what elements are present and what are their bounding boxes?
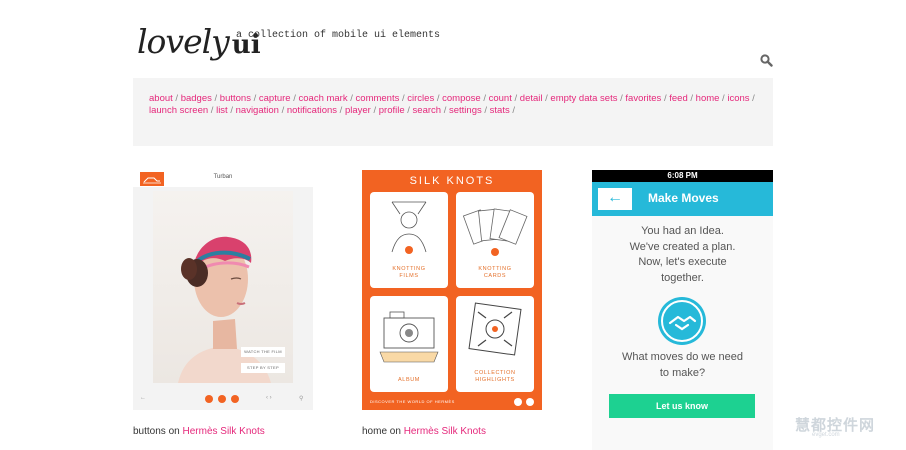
nav-link-count[interactable]: count: [489, 93, 512, 104]
question-line: to make?: [659, 366, 706, 379]
nav-separator: /: [404, 105, 413, 116]
share-icon[interactable]: [526, 398, 534, 406]
nav-separator: /: [509, 105, 515, 116]
nav-link-settings[interactable]: settings: [449, 105, 482, 116]
watermark-url: evget.com: [812, 432, 840, 438]
screenshot-card-buttons[interactable]: Turban WATCH THE FILM STEP BY STEP ← ‹ ›…: [133, 170, 313, 410]
intro-line: Now, let's execute: [638, 256, 727, 268]
footer-text: DISCOVER THE WORLD OF HERMÈS: [370, 399, 455, 404]
handshake-icon: [658, 297, 706, 345]
intro-line: together.: [661, 271, 704, 284]
step-by-step-button[interactable]: STEP BY STEP: [241, 363, 285, 373]
nav-link-stats[interactable]: stats: [490, 105, 510, 116]
tile-knotting-films[interactable]: KNOTTING FILMS: [370, 192, 448, 288]
pager-icon[interactable]: ‹ ›: [266, 395, 272, 401]
screenshot-card-onboarding[interactable]: 6:08 PM ← Make Moves You had an Idea. We…: [592, 170, 773, 450]
tile-label: COLLECTION HIGHLIGHTS: [474, 370, 516, 383]
nav-link-detail[interactable]: detail: [520, 93, 543, 104]
caption-link[interactable]: Hermès Silk Knots: [183, 426, 265, 437]
nav-link-favorites[interactable]: favorites: [625, 93, 661, 104]
nav-link-list[interactable]: list: [216, 105, 228, 116]
status-time: 6:08 PM: [667, 171, 698, 180]
nav-separator: /: [208, 105, 217, 116]
nav-link-coach-mark[interactable]: coach mark: [299, 93, 348, 104]
nav-link-home[interactable]: home: [696, 93, 720, 104]
intro-line: We've created a plan.: [629, 240, 736, 253]
tile-label: ALBUM: [398, 377, 420, 383]
caption-prefix: home on: [362, 426, 401, 437]
share-icon[interactable]: [231, 395, 239, 403]
screen-title: SILK KNOTS: [409, 175, 495, 187]
nav-separator: /: [278, 105, 287, 116]
screen-title: Make Moves: [648, 191, 719, 205]
nav-separator: /: [290, 93, 299, 104]
nav-link-icons[interactable]: icons: [727, 93, 749, 104]
tile-album[interactable]: ALBUM: [370, 296, 448, 392]
logo-script-text: lovely: [137, 22, 230, 61]
info-icon[interactable]: [514, 398, 522, 406]
category-nav-row-2: launch screen / list / navigation / noti…: [149, 105, 757, 117]
model-photo: WATCH THE FILM STEP BY STEP: [153, 191, 293, 383]
zoom-icon[interactable]: ⚲: [299, 395, 303, 402]
nav-link-profile[interactable]: profile: [379, 105, 405, 116]
nav-link-buttons[interactable]: buttons: [220, 93, 251, 104]
app-top-bar: Turban: [133, 170, 313, 187]
question-line: What moves do we need: [621, 351, 744, 363]
watch-film-button[interactable]: WATCH THE FILM: [241, 347, 285, 357]
tile-label: KNOTTING CARDS: [478, 266, 512, 279]
nav-link-feed[interactable]: feed: [669, 93, 688, 104]
caption-home: home on Hermès Silk Knots: [362, 426, 486, 437]
nav-separator: /: [749, 93, 755, 104]
screen-title: Turban: [213, 174, 233, 180]
nav-separator: /: [227, 105, 236, 116]
question-text: What moves do we need to make?: [592, 350, 773, 381]
nav-link-about[interactable]: about: [149, 93, 173, 104]
action-buttons: [205, 395, 239, 403]
nav-link-circles[interactable]: circles: [407, 93, 434, 104]
nav-separator: /: [347, 93, 356, 104]
screenshot-card-home[interactable]: SILK KNOTS KNOTTINGFILMS KNOTTINGCARDS: [362, 170, 542, 410]
search-icon[interactable]: [760, 54, 773, 67]
intro-text: You had an Idea. We've created a plan. N…: [592, 224, 773, 286]
tile-knotting-cards[interactable]: KNOTTING CARDS: [456, 192, 534, 288]
app-header: ← Make Moves: [592, 182, 773, 216]
caption-prefix: buttons on: [133, 426, 180, 437]
nav-separator: /: [211, 93, 220, 104]
nav-link-capture[interactable]: capture: [259, 93, 291, 104]
nav-link-badges[interactable]: badges: [181, 93, 212, 104]
back-arrow-icon[interactable]: ←: [598, 188, 632, 210]
nav-link-notifications[interactable]: notifications: [287, 105, 337, 116]
nav-separator: /: [480, 93, 489, 104]
nav-separator: /: [481, 105, 490, 116]
nav-separator: /: [441, 105, 449, 116]
nav-link-comments[interactable]: comments: [356, 93, 400, 104]
nav-separator: /: [511, 93, 520, 104]
nav-link-launch-screen[interactable]: launch screen: [149, 105, 208, 116]
tile-collection-highlights[interactable]: COLLECTION HIGHLIGHTS: [456, 296, 534, 392]
nav-link-empty-data-sets[interactable]: empty data sets: [550, 93, 617, 104]
status-bar: 6:08 PM: [592, 170, 773, 182]
heart-icon[interactable]: [205, 395, 213, 403]
back-arrow-icon[interactable]: ←: [140, 395, 146, 401]
site-tagline: a collection of mobile ui elements: [236, 30, 441, 41]
nav-link-player[interactable]: player: [345, 105, 371, 116]
category-nav: about / badges / buttons / capture / coa…: [133, 78, 773, 146]
nav-separator: /: [250, 93, 259, 104]
caption-link[interactable]: Hermès Silk Knots: [404, 426, 486, 437]
nav-separator: /: [434, 93, 443, 104]
category-nav-row-1: about / badges / buttons / capture / coa…: [149, 93, 757, 105]
nav-separator: /: [370, 105, 379, 116]
intro-line: You had an Idea.: [641, 225, 724, 237]
tile-label: KNOTTING FILMS: [392, 266, 426, 279]
nav-link-navigation[interactable]: navigation: [236, 105, 279, 116]
nav-link-compose[interactable]: compose: [442, 93, 481, 104]
nav-separator: /: [337, 105, 345, 116]
caption-buttons: buttons on Hermès Silk Knots: [133, 426, 265, 437]
let-us-know-button[interactable]: Let us know: [609, 394, 755, 418]
nav-link-search[interactable]: search: [413, 105, 442, 116]
info-icon[interactable]: [218, 395, 226, 403]
nav-separator: /: [687, 93, 696, 104]
nav-separator: /: [172, 93, 181, 104]
